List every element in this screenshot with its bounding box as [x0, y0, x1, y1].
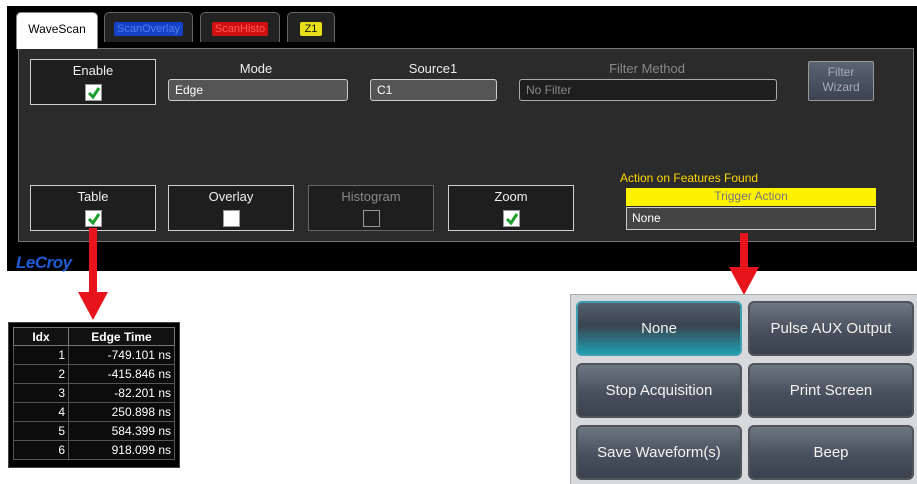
row-idx: 3 [13, 383, 69, 403]
table-label: Table [77, 189, 109, 204]
checkmark-icon [87, 213, 101, 226]
wavescan-content: Enable Mode Edge Source1 C1 Filter Metho… [18, 48, 914, 242]
screenshot-stage: WaveScan ScanOverlay ScanHisto Z1 Enable… [0, 0, 917, 484]
row-edge-time: 918.099 ns [68, 440, 175, 460]
tab-z1[interactable]: Z1 [287, 12, 335, 42]
arrow-down-icon [78, 228, 108, 320]
histogram-checkbox-group[interactable]: Histogram [308, 185, 434, 231]
enable-label: Enable [72, 63, 114, 78]
table-row[interactable]: 6 918.099 ns [13, 440, 175, 460]
trigger-action-menu: None Pulse AUX Output Stop Acquisition P… [570, 294, 917, 484]
action-beep-button[interactable]: Beep [748, 425, 914, 480]
histogram-label: Histogram [341, 189, 401, 204]
mode-label: Mode [239, 61, 273, 76]
row-idx: 2 [13, 364, 69, 384]
source1-select[interactable]: C1 [370, 79, 497, 101]
mode-select[interactable]: Edge [168, 79, 348, 101]
action-print-screen-button[interactable]: Print Screen [748, 363, 914, 418]
tab-z1-label: Z1 [299, 22, 323, 36]
edge-time-table: Idx Edge Time 1 -749.101 ns 2 -415.846 ns … [8, 322, 180, 468]
trigger-action-select[interactable]: None [626, 207, 876, 230]
zoom-label: Zoom [494, 189, 528, 204]
action-none-button[interactable]: None [576, 301, 742, 356]
table-row[interactable]: 2 -415.846 ns [13, 364, 175, 384]
action-features-title: Action on Features Found [620, 171, 759, 185]
enable-checkbox-group[interactable]: Enable [30, 59, 156, 105]
lecroy-logo: LeCroy [16, 253, 72, 272]
tab-wavescan[interactable]: WaveScan [16, 12, 98, 49]
tab-scan-histo-label: ScanHisto [211, 22, 269, 36]
action-pulse-aux-button[interactable]: Pulse AUX Output [748, 301, 914, 356]
row-idx: 4 [13, 402, 69, 422]
column-header-edge-time: Edge Time [68, 327, 175, 346]
filter-wizard-button[interactable]: Filter Wizard [808, 61, 874, 101]
tab-wavescan-label: WaveScan [28, 22, 86, 36]
row-edge-time: 584.399 ns [68, 421, 175, 441]
wavescan-dialog: WaveScan ScanOverlay ScanHisto Z1 Enable… [7, 6, 917, 272]
filter-wizard-line1: Filter [827, 65, 855, 79]
filter-method-label: Filter Method [609, 61, 685, 76]
row-edge-time: -82.201 ns [68, 383, 175, 403]
zoom-checkbox[interactable] [503, 210, 520, 227]
row-idx: 6 [13, 440, 69, 460]
arrow-down-icon [729, 233, 759, 295]
enable-checkbox[interactable] [85, 84, 102, 101]
filter-wizard-line2: Wizard [822, 80, 860, 94]
table-checkbox-group[interactable]: Table [30, 185, 156, 231]
row-edge-time: -749.101 ns [68, 345, 175, 365]
filter-method-select[interactable]: No Filter [519, 79, 777, 101]
source1-label: Source1 [408, 61, 458, 76]
histogram-checkbox[interactable] [363, 210, 380, 227]
tab-scan-overlay-label: ScanOverlay [114, 22, 183, 36]
table-row[interactable]: 5 584.399 ns [13, 421, 175, 441]
action-save-waveform-button[interactable]: Save Waveform(s) [576, 425, 742, 480]
table-row[interactable]: 3 -82.201 ns [13, 383, 175, 403]
tab-scan-overlay[interactable]: ScanOverlay [104, 12, 193, 42]
action-stop-acquisition-button[interactable]: Stop Acquisition [576, 363, 742, 418]
checkmark-icon [505, 213, 519, 226]
checkmark-icon [87, 87, 101, 100]
overlay-label: Overlay [208, 189, 254, 204]
tab-scan-histo[interactable]: ScanHisto [200, 12, 280, 42]
trigger-action-label: Trigger Action [626, 188, 876, 206]
row-idx: 5 [13, 421, 69, 441]
table-row[interactable]: 4 250.898 ns [13, 402, 175, 422]
overlay-checkbox-group[interactable]: Overlay [168, 185, 294, 231]
row-idx: 1 [13, 345, 69, 365]
table-header-row: Idx Edge Time [13, 327, 175, 346]
overlay-checkbox[interactable] [223, 210, 240, 227]
row-edge-time: -415.846 ns [68, 364, 175, 384]
row-edge-time: 250.898 ns [68, 402, 175, 422]
table-checkbox[interactable] [85, 210, 102, 227]
table-row[interactable]: 1 -749.101 ns [13, 345, 175, 365]
zoom-checkbox-group[interactable]: Zoom [448, 185, 574, 231]
column-header-idx: Idx [13, 327, 69, 346]
